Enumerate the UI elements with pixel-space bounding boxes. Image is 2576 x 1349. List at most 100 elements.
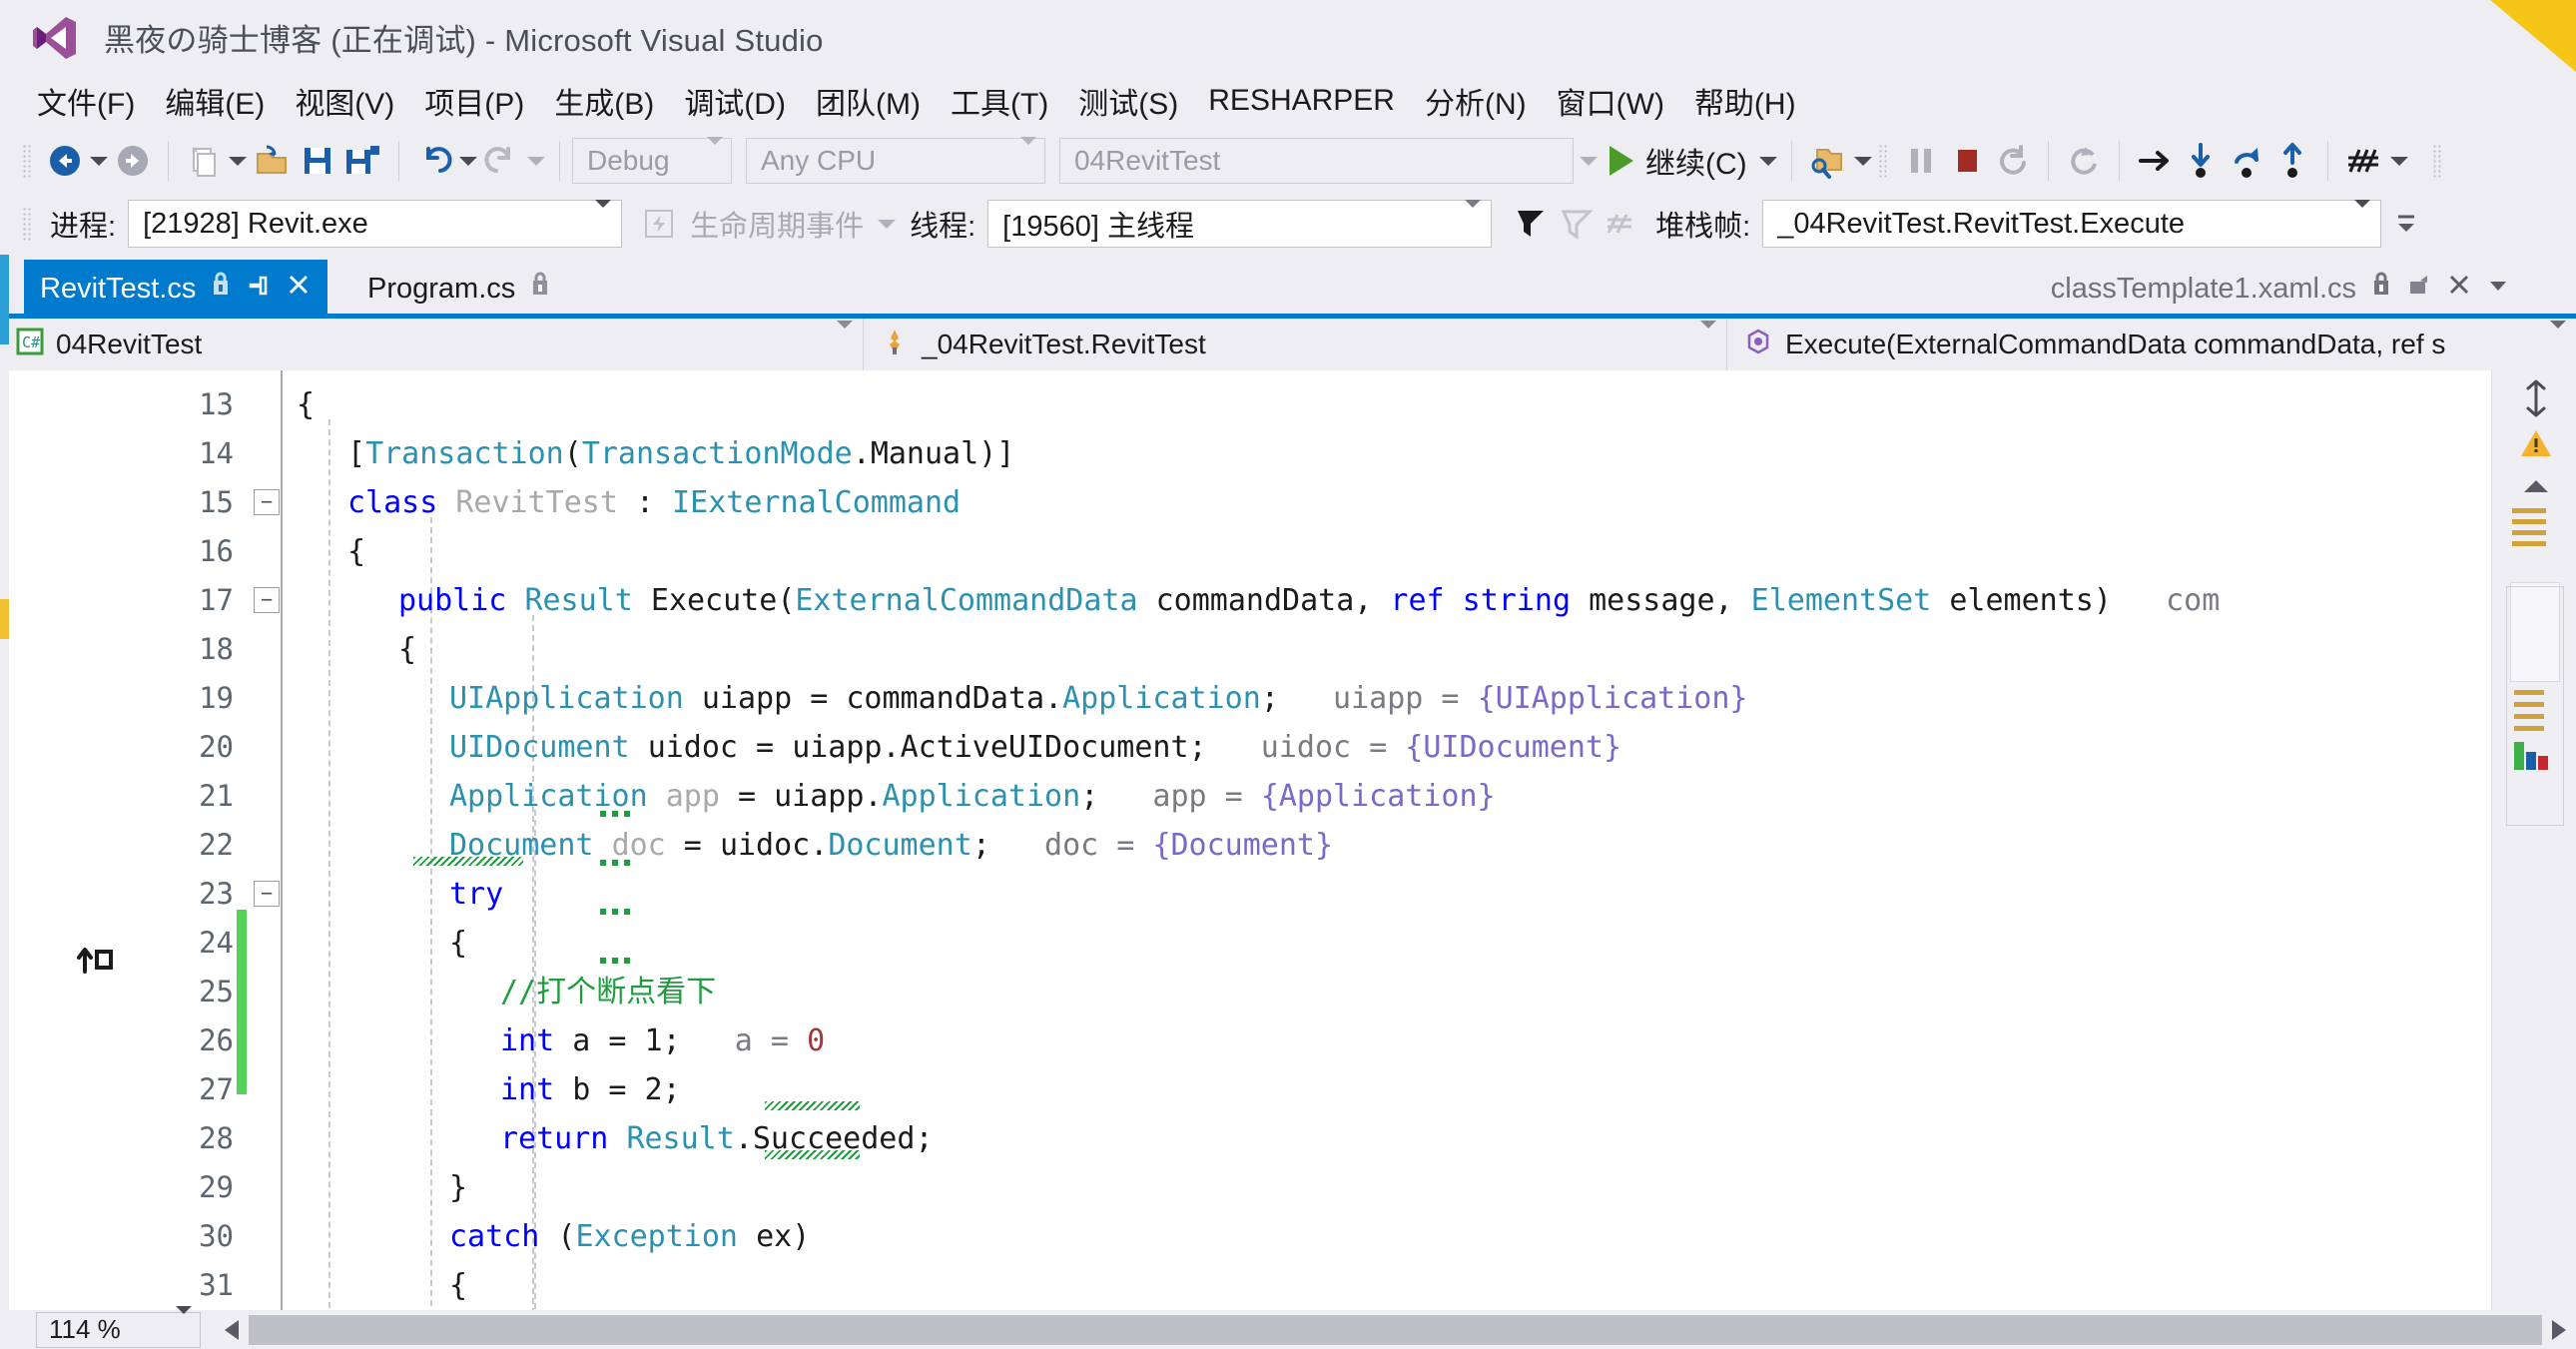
menu-item-0[interactable]: 文件(F) — [22, 75, 150, 127]
new-item-dropdown[interactable] — [227, 137, 249, 185]
menu-item-6[interactable]: 团队(M) — [801, 75, 936, 127]
menu-item-2[interactable]: 视图(V) — [280, 75, 409, 127]
lifecycle-events-icon[interactable] — [636, 200, 682, 248]
menu-item-11[interactable]: 窗口(W) — [1542, 75, 1679, 127]
flag-filled-icon[interactable] — [1508, 200, 1554, 248]
scrollbar-map-margin[interactable] — [2491, 370, 2576, 1310]
save-all-icon[interactable] — [340, 137, 386, 185]
split-view-icon[interactable] — [2516, 378, 2556, 423]
menu-item-1[interactable]: 编辑(E) — [150, 75, 280, 127]
tab-list-chevron-icon[interactable] — [2486, 273, 2510, 306]
continue-dropdown[interactable] — [1757, 137, 1779, 185]
hot-reload-icon[interactable] — [2061, 137, 2107, 185]
stop-icon[interactable] — [1944, 137, 1990, 185]
scroll-right-arrow[interactable] — [2542, 1313, 2576, 1347]
scroll-left-arrow[interactable] — [215, 1313, 249, 1347]
window-controls-placeholder[interactable] — [2536, 6, 2570, 40]
code-line[interactable]: 25 //打个断点看下 — [9, 968, 2491, 1016]
code-line[interactable]: 27 int b = 2; — [9, 1065, 2491, 1114]
fold-toggle-icon[interactable]: − — [254, 587, 280, 613]
thread-combo[interactable]: [19560] 主线程 — [987, 199, 1493, 248]
close-icon[interactable] — [286, 272, 312, 306]
menu-item-5[interactable]: 调试(D) — [669, 75, 801, 127]
code-line[interactable]: 22 Document doc = uidoc.Document; doc = {… — [9, 821, 2491, 870]
warning-indicator-icon[interactable] — [2520, 428, 2552, 463]
preview-lock-icon[interactable] — [210, 272, 232, 306]
show-next-statement-icon[interactable] — [2132, 137, 2178, 185]
code-line[interactable]: 19 UIApplication uiapp = commandData.Appl… — [9, 674, 2491, 723]
toolbar-overflow-button[interactable] — [2395, 200, 2417, 248]
undo-icon[interactable] — [411, 137, 457, 185]
zoom-level-combo[interactable]: 114 % — [36, 1306, 201, 1348]
toolbar-grip-3[interactable] — [2431, 144, 2442, 178]
lifecycle-events-dropdown[interactable] — [876, 200, 898, 248]
continue-button[interactable]: 继续(C) — [1600, 137, 1757, 185]
code-line[interactable]: 17− public Result Execute(ExternalCommand… — [9, 576, 2491, 625]
code-text-area[interactable]: 13 {14 [Transaction(TransactionMode.Manual… — [9, 370, 2491, 1310]
code-line[interactable]: 20 UIDocument uidoc = uiapp.ActiveUIDocum… — [9, 723, 2491, 772]
code-line[interactable]: 24 { — [9, 919, 2491, 968]
code-line[interactable]: 28 return Result.Succeeded; — [9, 1114, 2491, 1163]
navigate-back-dropdown[interactable] — [88, 137, 110, 185]
tab-revittest-cs[interactable]: RevitTest.cs — [24, 260, 328, 318]
code-line[interactable]: 30 catch (Exception ex) — [9, 1212, 2491, 1261]
code-line[interactable]: 31 { — [9, 1261, 2491, 1310]
solution-platform-combo[interactable]: Any CPU — [746, 137, 1045, 184]
menu-item-8[interactable]: 测试(S) — [1063, 75, 1193, 127]
code-line[interactable]: 13 { — [9, 380, 2491, 429]
menu-item-7[interactable]: 工具(T) — [936, 75, 1063, 127]
code-editor[interactable]: 13 {14 [Transaction(TransactionMode.Manual… — [9, 370, 2491, 1310]
pause-icon[interactable] — [1898, 137, 1944, 185]
preview-lock-icon[interactable] — [529, 272, 551, 306]
code-line[interactable]: 15− class RevitTest : IExternalCommand — [9, 478, 2491, 527]
toolbar-grip[interactable] — [22, 144, 32, 178]
parallel-stacks-icon[interactable] — [1600, 200, 1645, 248]
code-line[interactable]: 29} — [9, 1163, 2491, 1212]
intellitrace-dropdown[interactable] — [2388, 137, 2410, 185]
horizontal-scrollbar[interactable] — [215, 1311, 2576, 1348]
new-item-icon[interactable] — [181, 137, 227, 185]
code-line[interactable]: 16 { — [9, 527, 2491, 576]
code-line[interactable]: 18 { — [9, 625, 2491, 674]
preview-lock-icon[interactable] — [2370, 272, 2392, 306]
code-line[interactable]: 26 int a = 1; a = 0 — [9, 1016, 2491, 1065]
fold-toggle-icon[interactable]: − — [254, 489, 280, 515]
step-out-icon[interactable] — [2269, 137, 2315, 185]
float-window-icon[interactable] — [2406, 272, 2432, 306]
step-into-icon[interactable] — [2178, 137, 2224, 185]
attach-process-dropdown[interactable] — [1852, 137, 1874, 185]
fold-toggle-icon[interactable]: − — [254, 881, 280, 907]
save-icon[interactable] — [295, 137, 340, 185]
open-file-icon[interactable] — [249, 137, 295, 185]
code-line[interactable]: 14 [Transaction(TransactionMode.Manual)] — [9, 429, 2491, 478]
close-icon[interactable] — [2446, 272, 2472, 306]
flag-outline-icon[interactable] — [1554, 200, 1600, 248]
navigate-back-icon[interactable] — [42, 137, 88, 185]
redo-dropdown[interactable] — [525, 137, 547, 185]
navbar-project-combo[interactable]: C# 04RevitTest — [0, 319, 864, 370]
startup-project-dropdown[interactable] — [1578, 137, 1600, 185]
intellitrace-icon[interactable] — [2340, 137, 2388, 185]
navigate-forward-icon[interactable] — [110, 137, 156, 185]
menu-item-4[interactable]: 生成(B) — [539, 75, 669, 127]
code-line[interactable]: 23− try — [9, 870, 2491, 919]
menu-item-3[interactable]: 项目(P) — [409, 75, 539, 127]
redo-icon[interactable] — [479, 137, 525, 185]
process-combo[interactable]: [21928] Revit.exe — [128, 199, 623, 248]
code-line[interactable]: 21 Application app = uiapp.Application; a… — [9, 772, 2491, 821]
menu-item-10[interactable]: 分析(N) — [1410, 75, 1542, 127]
toolbar-grip-2[interactable] — [1877, 144, 1888, 178]
navbar-type-combo[interactable]: _04RevitTest.RevitTest — [864, 319, 1727, 370]
debug-toolbar-grip[interactable] — [22, 207, 32, 241]
solution-configuration-combo[interactable]: Debug — [572, 137, 732, 184]
restart-icon[interactable] — [1990, 137, 2036, 185]
tab-program-cs[interactable]: Program.cs — [351, 260, 568, 318]
attach-process-icon[interactable] — [1804, 137, 1852, 185]
step-over-icon[interactable] — [2224, 137, 2269, 185]
pin-icon[interactable] — [246, 272, 272, 306]
horizontal-scroll-thumb[interactable] — [249, 1314, 2542, 1345]
undo-dropdown[interactable] — [457, 137, 479, 185]
tab-classtemplate1-xaml-cs[interactable]: classTemplate1.xaml.cs — [2035, 260, 2526, 318]
menu-item-9[interactable]: RESHARPER — [1193, 80, 1410, 122]
stackframe-combo[interactable]: _04RevitTest.RevitTest.Execute — [1762, 199, 2382, 248]
